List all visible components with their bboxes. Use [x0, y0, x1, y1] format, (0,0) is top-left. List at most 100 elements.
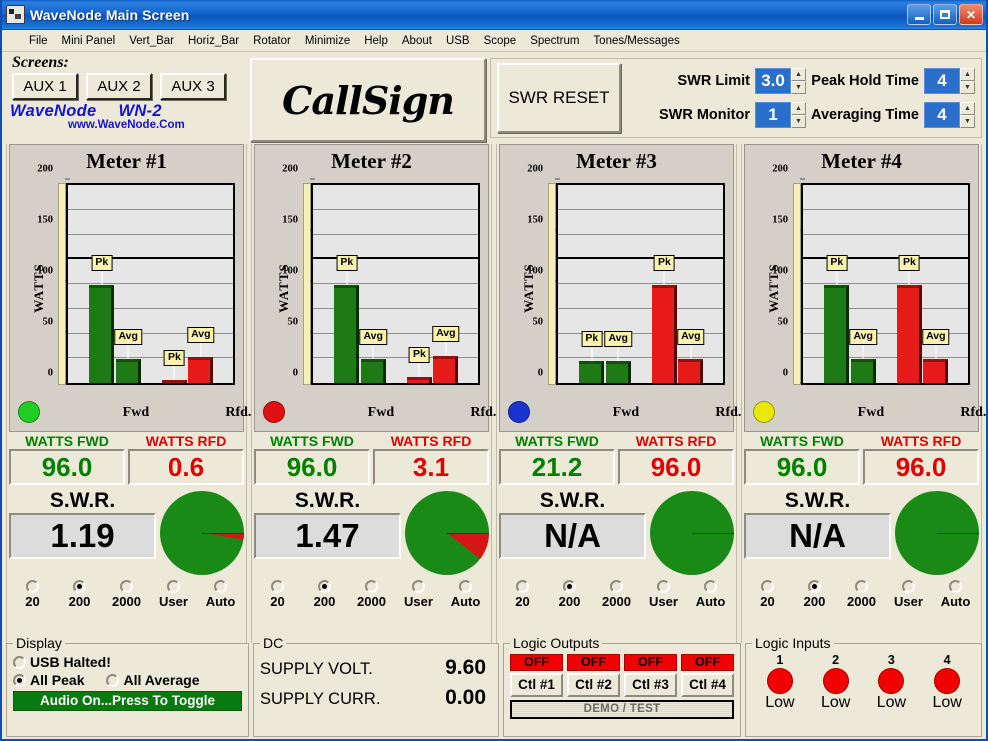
swr-spinner-grid: SWR Limit 3.0 ▲ ▼ Peak Hold Time 4 ▲ ▼ SWR Monit…	[633, 68, 975, 128]
range-option-auto[interactable]: Auto	[197, 580, 244, 609]
menu-item-file[interactable]: File	[22, 33, 55, 49]
swr-limit-spin-up-icon[interactable]: ▲	[791, 68, 807, 81]
logic-output-button-3[interactable]: Ctl #3	[624, 673, 677, 697]
menu-item-vert-bar[interactable]: Vert_Bar	[122, 33, 181, 49]
range-radio-2000[interactable]	[610, 580, 623, 593]
swr-monitor-spinner[interactable]: 1 ▲ ▼	[755, 102, 807, 128]
swr-limit-value[interactable]: 3.0	[755, 68, 792, 94]
watts-fwd-header: WATTS FWD	[760, 433, 844, 449]
menu-item-rotator[interactable]: Rotator	[246, 33, 298, 49]
range-option-2000[interactable]: 2000	[593, 580, 640, 609]
averaging-time-spin-up-icon[interactable]: ▲	[960, 102, 975, 115]
range-option-user[interactable]: User	[885, 580, 932, 609]
menu-item-tones-messages[interactable]: Tones/Messages	[586, 33, 686, 49]
range-option-auto[interactable]: Auto	[932, 580, 979, 609]
swr-pie-hairline	[937, 533, 979, 534]
range-radio-20[interactable]	[761, 580, 774, 593]
range-radio-20[interactable]	[516, 580, 529, 593]
aux-3-button[interactable]: AUX 3	[160, 73, 226, 100]
demo-test-button[interactable]: DEMO / TEST	[510, 700, 734, 719]
menu-item-usb[interactable]: USB	[439, 33, 477, 49]
range-radio-user[interactable]	[657, 580, 670, 593]
range-radio-user[interactable]	[902, 580, 915, 593]
menu-item-minimize[interactable]: Minimize	[298, 33, 357, 49]
range-option-20[interactable]: 20	[254, 580, 301, 609]
peak-hold-time-spin-down-icon[interactable]: ▼	[960, 81, 975, 94]
averaging-time-value[interactable]: 4	[924, 102, 960, 128]
usb-radio[interactable]	[13, 655, 26, 669]
peak-hold-time-value[interactable]: 4	[924, 68, 960, 94]
logic-inputs-group: Logic Inputs 1 Low 2 Low 3 Low 4 Low	[745, 635, 982, 737]
menu-item-scope[interactable]: Scope	[477, 33, 524, 49]
range-radio-200[interactable]	[563, 580, 576, 593]
peak-hold-time-label: Peak Hold Time	[811, 73, 919, 89]
bar-fwd-pk	[579, 361, 605, 383]
range-option-auto[interactable]: Auto	[687, 580, 734, 609]
bar-label-stem	[200, 343, 202, 357]
range-radio-auto[interactable]	[704, 580, 717, 593]
menu-item-help[interactable]: Help	[357, 33, 395, 49]
range-radio-user[interactable]	[167, 580, 180, 593]
usb-status-row[interactable]: USB Halted!	[13, 654, 242, 670]
swr-reset-button[interactable]: SWR RESET	[497, 63, 621, 133]
range-radio-200[interactable]	[808, 580, 821, 593]
range-radio-200[interactable]	[73, 580, 86, 593]
logic-input-number-4: 4	[943, 653, 951, 667]
logic-input-number-1: 1	[776, 653, 784, 667]
range-radio-200[interactable]	[318, 580, 331, 593]
menu-item-spectrum[interactable]: Spectrum	[523, 33, 586, 49]
averaging-time-spinner[interactable]: 4 ▲ ▼	[924, 102, 975, 128]
range-radio-2000[interactable]	[120, 580, 133, 593]
range-radio-auto[interactable]	[214, 580, 227, 593]
all-average-radio[interactable]	[106, 673, 120, 687]
peak-hold-time-spin-up-icon[interactable]: ▲	[960, 68, 975, 81]
range-option-user[interactable]: User	[395, 580, 442, 609]
swr-limit-spinner[interactable]: 3.0 ▲ ▼	[755, 68, 807, 94]
bar-label-stem	[445, 342, 447, 357]
range-option-2000[interactable]: 2000	[838, 580, 885, 609]
range-radio-20[interactable]	[26, 580, 39, 593]
range-option-20[interactable]: 20	[744, 580, 791, 609]
averaging-time-spin-down-icon[interactable]: ▼	[960, 115, 975, 128]
minimize-button[interactable]	[907, 4, 931, 25]
range-option-2000[interactable]: 2000	[348, 580, 395, 609]
aux-1-button[interactable]: AUX 1	[12, 73, 78, 100]
range-radio-2000[interactable]	[855, 580, 868, 593]
range-option-20[interactable]: 20	[9, 580, 56, 609]
swr-monitor-value[interactable]: 1	[755, 102, 792, 128]
logic-output-button-2[interactable]: Ctl #2	[567, 673, 620, 697]
range-option-200[interactable]: 200	[546, 580, 593, 609]
brand: WaveNode WN-2 www.WaveNode.Com	[10, 102, 246, 131]
range-option-200[interactable]: 200	[301, 580, 348, 609]
logic-output-button-1[interactable]: Ctl #1	[510, 673, 563, 697]
menu-item-mini-panel[interactable]: Mini Panel	[55, 33, 123, 49]
range-option-200[interactable]: 200	[56, 580, 103, 609]
audio-toggle-button[interactable]: Audio On...Press To Toggle	[13, 691, 242, 711]
peak-hold-time-spinner[interactable]: 4 ▲ ▼	[924, 68, 975, 94]
swr-pie-hairline	[692, 533, 734, 534]
range-option-2000[interactable]: 2000	[103, 580, 150, 609]
aux-2-button[interactable]: AUX 2	[86, 73, 152, 100]
range-option-20[interactable]: 20	[499, 580, 546, 609]
range-radio-auto[interactable]	[459, 580, 472, 593]
swr-monitor-spin-down-icon[interactable]: ▼	[791, 115, 807, 128]
range-option-user[interactable]: User	[640, 580, 687, 609]
range-option-auto[interactable]: Auto	[442, 580, 489, 609]
bar-label-rfd-pk: Pk	[899, 255, 920, 272]
close-icon[interactable]: ✕	[959, 4, 983, 25]
range-radio-auto[interactable]	[949, 580, 962, 593]
menu-item-about[interactable]: About	[395, 33, 439, 49]
swr-monitor-spin-up-icon[interactable]: ▲	[791, 102, 807, 115]
maximize-button[interactable]	[933, 4, 957, 25]
logic-output-button-4[interactable]: Ctl #4	[681, 673, 734, 697]
x-label-fwd: Fwd	[857, 405, 885, 420]
range-option-200[interactable]: 200	[791, 580, 838, 609]
swr-limit-spin-down-icon[interactable]: ▼	[791, 81, 807, 94]
range-option-user[interactable]: User	[150, 580, 197, 609]
all-peak-radio[interactable]	[13, 673, 26, 687]
menu-item-horiz-bar[interactable]: Horiz_Bar	[181, 33, 246, 49]
callsign-box[interactable]: CallSign	[250, 58, 486, 142]
range-radio-20[interactable]	[271, 580, 284, 593]
range-radio-user[interactable]	[412, 580, 425, 593]
range-radio-2000[interactable]	[365, 580, 378, 593]
